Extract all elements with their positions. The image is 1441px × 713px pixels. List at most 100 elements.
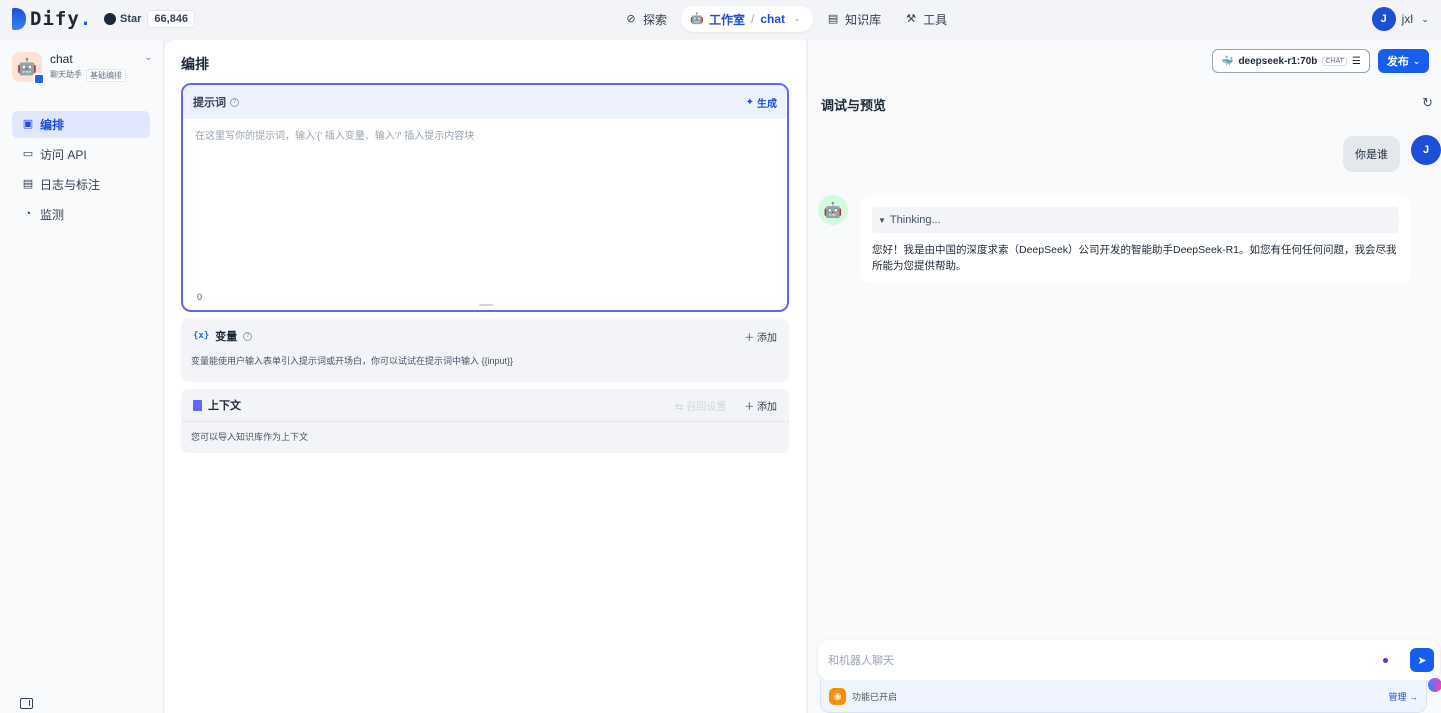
resize-handle[interactable] — [479, 304, 493, 306]
help-icon[interactable]: ? — [230, 97, 239, 107]
sidebar-item-logs[interactable]: ▤ 日志与标注 — [12, 171, 150, 198]
sidebar-menu: ▣ 编排 ▭ 访问 API ▤ 日志与标注 ◔ 监测 — [12, 111, 150, 231]
generate-prompt-button[interactable]: ✦ 生成 — [746, 95, 777, 110]
user-menu[interactable]: J jxl ⌄ — [1371, 7, 1431, 31]
brand-dot: . — [79, 8, 93, 30]
robot-icon: 🤖 — [690, 12, 704, 25]
feature-icon: ◉ — [829, 687, 846, 705]
model-name: deepseek-r1:70b — [1238, 55, 1318, 67]
chat-input-placeholder: 和机器人聊天 — [828, 655, 894, 667]
help-icon[interactable]: ? — [243, 331, 253, 341]
file-list-icon: ▤ — [22, 178, 34, 190]
thinking-toggle[interactable]: ▼ Thinking... — [872, 207, 1399, 233]
user-name: jxl — [1401, 12, 1413, 26]
send-icon: ➤ — [1417, 654, 1427, 667]
prompt-label: 提示词 — [193, 97, 226, 109]
variables-card: {x} 变量 ? ＋ 添加 变量能使用户输入表单引入提示词或开场白，你可以试试在… — [181, 318, 789, 382]
top-navbar: Dify. Star 66,846 ⊘ 探索 🤖 工作室 / chat ⌄ ▤ … — [0, 0, 1441, 40]
app-name: chat — [50, 52, 73, 66]
nav-separator: / — [751, 12, 755, 26]
nav-current-app[interactable]: chat — [760, 12, 785, 26]
refresh-icon[interactable]: ↻ — [1422, 95, 1433, 111]
nav-explore-label: 探索 — [643, 12, 668, 27]
context-card: 上下文 ⇆ 召回设置 ＋ 添加 您可以导入知识库作为上下文 — [181, 389, 789, 453]
prompt-editor[interactable]: 提示词 ? ✦ 生成 在这里写你的提示词，输入'{' 插入变量、输入'/' 插入… — [181, 83, 789, 312]
prompt-char-count: 0 — [197, 292, 203, 302]
send-button[interactable]: ➤ — [1410, 648, 1434, 672]
sidebar-item-label: 监测 — [40, 208, 65, 222]
nav-explore[interactable]: ⊘ 探索 — [615, 6, 677, 32]
book-icon: ▤ — [827, 12, 839, 25]
sidebar-item-label: 编排 — [40, 118, 65, 132]
chevron-down-icon: ⌄ — [144, 52, 152, 62]
publish-label: 发布 — [1386, 56, 1409, 68]
sidebar-item-monitor[interactable]: ◔ 监测 — [12, 201, 150, 228]
manage-features-button[interactable]: 管理 → — [1388, 690, 1418, 703]
app-sidebar: 🤖 chat ⌄ 聊天助手 基础编排 ▣ 编排 ▭ 访问 API ▤ 日志与标注 — [0, 40, 164, 713]
sidebar-collapse-icon[interactable] — [20, 698, 33, 709]
settings-sliders-icon: ☰ — [1351, 55, 1361, 67]
bot-avatar: 🤖 — [818, 195, 848, 225]
assistant-bubble-icon[interactable] — [1428, 678, 1441, 692]
dify-logo[interactable]: Dify. — [12, 8, 92, 30]
main-nav: ⊘ 探索 🤖 工作室 / chat ⌄ ▤ 知识库 ⚒ 工具 — [615, 6, 957, 32]
page-title: 编排 — [181, 56, 209, 72]
app-type-tag: 聊天助手 — [50, 70, 82, 79]
app-avatar: 🤖 — [12, 52, 45, 85]
chat-badge-icon — [33, 73, 45, 85]
bot-answer: 您好！我是由中国的深度求索（DeepSeek）公司开发的智能助手DeepSeek… — [872, 244, 1397, 272]
sidebar-item-label: 日志与标注 — [40, 178, 101, 192]
add-context-button[interactable]: ＋ 添加 — [744, 398, 777, 413]
manage-label: 管理 — [1388, 691, 1407, 702]
recall-settings-button[interactable]: ⇆ 召回设置 — [675, 398, 726, 413]
variables-title: 变量 — [215, 331, 238, 343]
prompt-placeholder[interactable]: 在这里写你的提示词，输入'{' 插入变量、输入'/' 插入提示内容块 — [195, 127, 474, 142]
variable-icon: {x} — [193, 331, 210, 341]
features-label: 功能已开启 — [852, 691, 898, 702]
sidebar-item-orchestrate[interactable]: ▣ 编排 — [12, 111, 150, 138]
dify-logo-mark — [12, 8, 26, 30]
add-label: 添加 — [757, 332, 777, 344]
debug-preview-panel: 调试与预览 ↻ 你是谁 J 🤖 ▼ Thinking... 您好！我是由中国的深… — [807, 40, 1441, 713]
status-dot-icon — [1383, 658, 1388, 663]
user-avatar: J — [1371, 7, 1396, 31]
nav-studio[interactable]: 🤖 工作室 / chat ⌄ — [681, 6, 814, 32]
hammer-icon: ⚒ — [906, 12, 917, 25]
nav-tools[interactable]: ⚒ 工具 — [895, 6, 957, 32]
orchestrate-toolbar: 🐳 deepseek-r1:70b CHAT ☰ 发布 ⌄ — [1212, 49, 1430, 73]
chevron-down-icon: ⌄ — [1421, 13, 1429, 24]
document-icon — [193, 399, 202, 411]
generate-label: 生成 — [757, 98, 777, 110]
recall-label: 召回设置 — [686, 401, 727, 413]
user-message: 你是谁 — [1343, 136, 1400, 172]
triangle-down-icon: ▼ — [878, 215, 886, 225]
add-variable-button[interactable]: ＋ 添加 — [744, 329, 777, 344]
model-icon: 🐳 — [1221, 55, 1234, 67]
sidebar-item-api[interactable]: ▭ 访问 API — [12, 141, 150, 168]
layout-icon: ▣ — [22, 118, 34, 130]
chat-input[interactable]: 和机器人聊天 ➤ — [818, 640, 1440, 680]
user-message-avatar: J — [1411, 135, 1441, 165]
publish-button[interactable]: 发布 ⌄ — [1377, 49, 1430, 73]
chevron-down-icon: ⌄ — [1412, 55, 1421, 66]
thinking-label: Thinking... — [889, 214, 941, 226]
features-bar: ◉ 功能已开启 管理 → — [820, 680, 1427, 713]
model-selector[interactable]: 🐳 deepseek-r1:70b CHAT ☰ — [1212, 49, 1370, 73]
robot-icon: 🤖 — [823, 202, 843, 219]
github-star-button[interactable]: Star 66,846 — [98, 9, 196, 29]
add-label: 添加 — [757, 401, 777, 413]
nav-studio-label: 工作室 — [709, 12, 746, 27]
chevron-down-icon: ⌄ — [793, 14, 801, 23]
sidebar-item-label: 访问 API — [40, 148, 87, 162]
variables-description: 变量能使用户输入表单引入提示词或开场白，你可以试试在提示词中输入 {{input… — [191, 356, 514, 366]
nav-knowledge-label: 知识库 — [845, 12, 882, 27]
app-info[interactable]: 🤖 chat ⌄ 聊天助手 基础编排 — [12, 52, 152, 85]
github-icon — [104, 13, 116, 25]
github-star-count: 66,846 — [147, 10, 196, 28]
compass-icon: ⊘ — [626, 12, 636, 25]
context-description: 您可以导入知识库作为上下文 — [191, 432, 309, 442]
bot-message: ▼ Thinking... 您好！我是由中国的深度求索（DeepSeek）公司开… — [860, 195, 1411, 283]
nav-knowledge[interactable]: ▤ 知识库 — [817, 6, 891, 32]
app-mode-tag: 基础编排 — [86, 69, 126, 82]
model-mode-tag: CHAT — [1322, 56, 1347, 66]
